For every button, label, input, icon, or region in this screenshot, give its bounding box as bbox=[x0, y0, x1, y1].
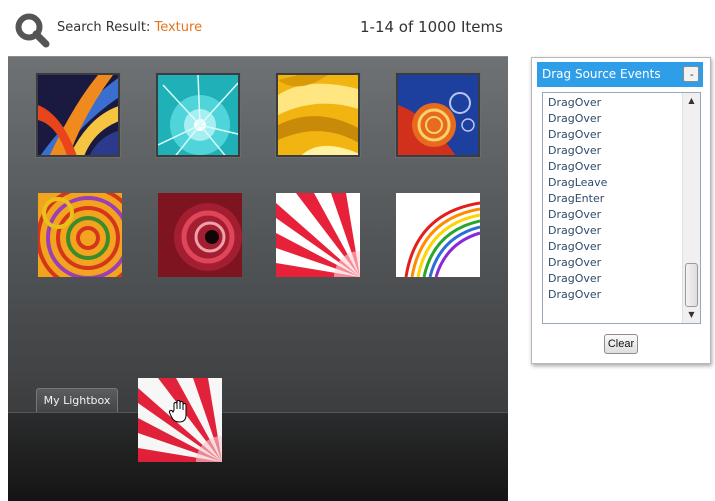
events-listbox[interactable]: DragOver DragOver DragOver DragOver DragOver… bbox=[542, 92, 701, 324]
hand-grab-icon bbox=[168, 400, 187, 423]
texture-image bbox=[398, 75, 478, 155]
texture-image bbox=[158, 193, 242, 277]
thumbnail-teal-burst[interactable] bbox=[156, 73, 240, 157]
magnifier-icon bbox=[15, 13, 50, 48]
lightbox-drop-area[interactable] bbox=[8, 412, 508, 501]
thumbnail-rainbow-rings[interactable] bbox=[38, 193, 122, 277]
scroll-up-arrow-icon[interactable]: ▲ bbox=[683, 93, 700, 109]
texture-image bbox=[38, 193, 122, 277]
texture-image bbox=[38, 75, 118, 155]
drag-source-events-panel: Drag Source Events - DragOver DragOver Dra… bbox=[531, 57, 711, 364]
search-result-label: Search Result: Texture bbox=[57, 20, 202, 35]
event-list-item[interactable]: DragOver bbox=[548, 287, 682, 303]
thumbnail-pink-rays[interactable] bbox=[276, 193, 360, 277]
event-list-item[interactable]: DragOver bbox=[548, 271, 682, 287]
thumbnail-gold-waves[interactable] bbox=[276, 73, 360, 157]
texture-image bbox=[158, 75, 238, 155]
event-list-item[interactable]: DragOver bbox=[548, 95, 682, 111]
thumbnail-red-spiral[interactable] bbox=[396, 73, 480, 157]
event-list-item[interactable]: DragOver bbox=[548, 239, 682, 255]
event-list-item[interactable]: DragEnter bbox=[548, 191, 682, 207]
event-list-item[interactable]: DragOver bbox=[548, 127, 682, 143]
event-list-item[interactable]: DragOver bbox=[548, 159, 682, 175]
event-list-item[interactable]: DragLeave bbox=[548, 175, 682, 191]
events-panel-header: Drag Source Events - bbox=[537, 62, 703, 87]
event-list-item[interactable]: DragOver bbox=[548, 223, 682, 239]
item-count: 1-14 of 1000 Items bbox=[360, 18, 503, 36]
thumbnail-dark-red-swirl[interactable] bbox=[158, 193, 242, 277]
tab-my-lightbox[interactable]: My Lightbox bbox=[36, 388, 118, 412]
thumbnail-rainbow-curves[interactable] bbox=[396, 193, 480, 277]
scroll-down-arrow-icon[interactable]: ▼ bbox=[683, 307, 700, 323]
event-list-item[interactable]: DragOver bbox=[548, 111, 682, 127]
clear-button[interactable]: Clear bbox=[604, 334, 638, 354]
events-scrollbar[interactable]: ▲ ▼ bbox=[682, 93, 700, 323]
thumbnail-orange-blue-streaks[interactable] bbox=[36, 73, 120, 157]
search-term[interactable]: Texture bbox=[154, 20, 202, 35]
events-panel-title: Drag Source Events bbox=[542, 67, 661, 81]
texture-image bbox=[276, 193, 360, 277]
thumbnail-gallery bbox=[8, 56, 508, 413]
collapse-button[interactable]: - bbox=[683, 66, 699, 82]
search-label-text: Search Result: bbox=[57, 20, 155, 35]
event-list-item[interactable]: DragOver bbox=[548, 207, 682, 223]
event-list-item[interactable]: DragOver bbox=[548, 143, 682, 159]
event-list-item[interactable]: DragOver bbox=[548, 255, 682, 271]
scrollbar-thumb[interactable] bbox=[685, 263, 698, 307]
search-header: Search Result: Texture 1-14 of 1000 Item… bbox=[0, 0, 510, 56]
events-items: DragOver DragOver DragOver DragOver DragOver… bbox=[548, 95, 682, 303]
texture-image bbox=[278, 75, 358, 155]
texture-image bbox=[396, 193, 480, 277]
